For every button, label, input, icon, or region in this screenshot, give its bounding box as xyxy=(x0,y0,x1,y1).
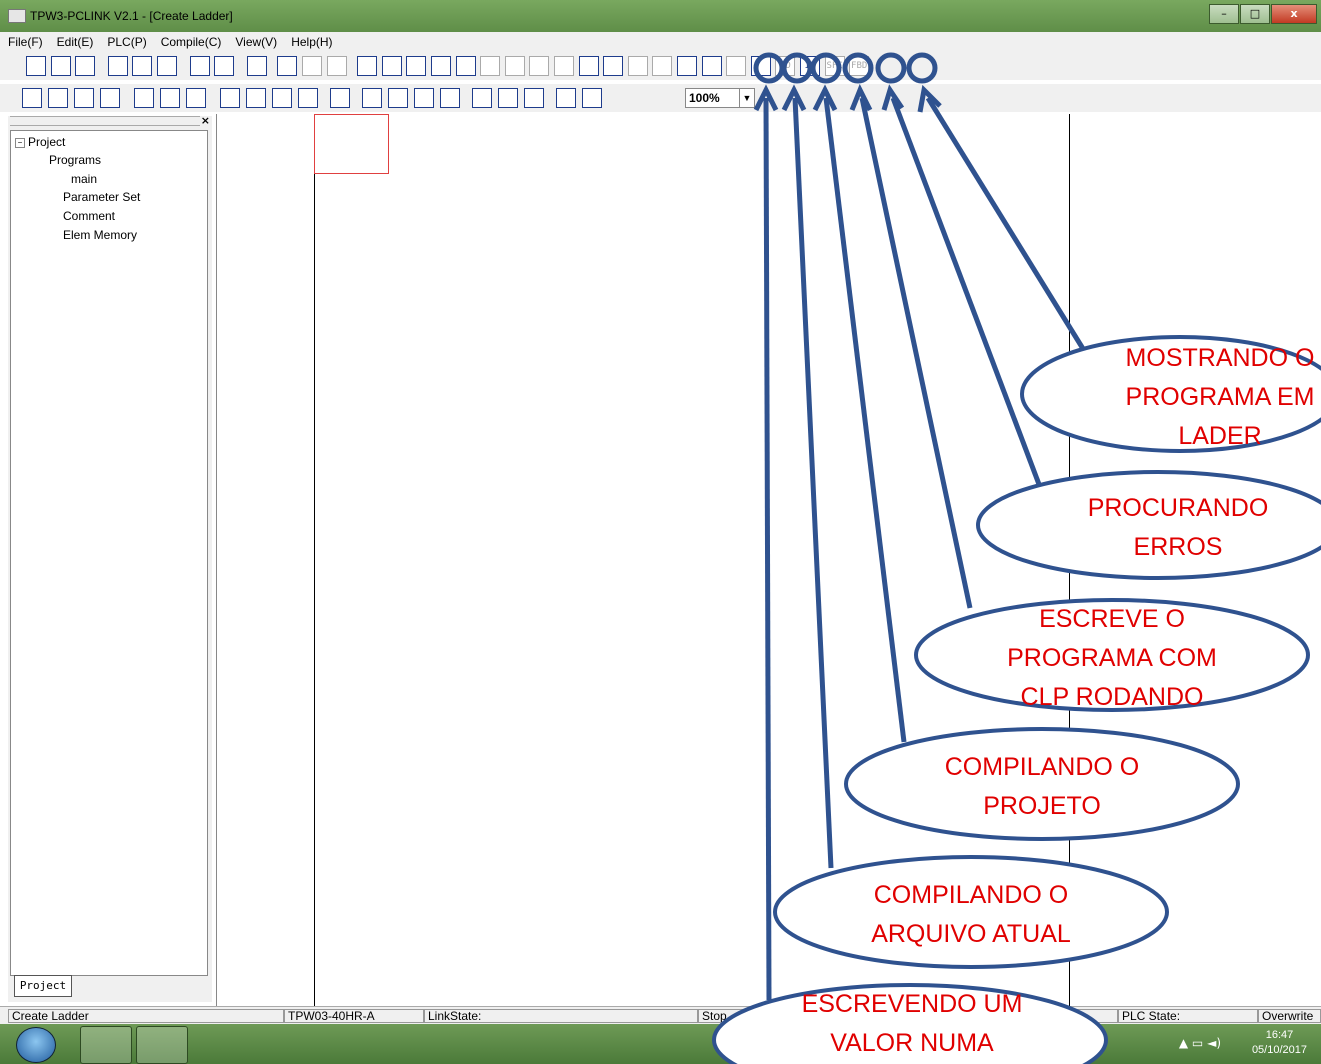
callout-project-line1: COMPILANDO O xyxy=(945,753,1139,781)
callout-errors-line1: PROCURANDO xyxy=(1088,494,1269,522)
arrow-line xyxy=(925,96,1088,354)
callout-ladder-line1: MOSTRANDO O xyxy=(1126,344,1315,372)
arrow-line xyxy=(792,97,834,869)
callout-project-bubble xyxy=(844,727,1240,841)
highlight-circle xyxy=(781,52,813,84)
arrow-line xyxy=(823,97,907,743)
callout-project-line2: PROJETO xyxy=(983,792,1101,820)
arrow-line xyxy=(763,97,772,1001)
callout-file-bubble xyxy=(773,855,1169,969)
callout-value-line2: VALOR NUMA xyxy=(830,1029,994,1057)
highlight-circle xyxy=(753,52,785,84)
callout-online-line1: ESCREVE O xyxy=(1039,605,1185,633)
callout-online-line2: PROGRAMA COM xyxy=(1007,644,1217,672)
highlight-circle xyxy=(906,52,938,84)
callout-file-line1: COMPILANDO O xyxy=(874,881,1068,909)
annotation-overlay: MOSTRANDO O PROGRAMA EM LADER PROCURANDO… xyxy=(712,52,1321,1064)
highlight-circle xyxy=(842,52,874,84)
callout-ladder-line2: PROGRAMA EM xyxy=(1126,383,1315,411)
callout-errors-bubble xyxy=(976,470,1321,580)
callout-ladder-line3: LADER xyxy=(1178,422,1261,450)
highlight-circle xyxy=(810,52,842,84)
callout-errors-line2: ERROS xyxy=(1134,533,1223,561)
callout-online-line3: CLP RODANDO xyxy=(1021,683,1204,711)
highlight-circle xyxy=(875,52,907,84)
callout-value-line1: ESCREVENDO UM xyxy=(802,990,1023,1018)
callout-file-line2: ARQUIVO ATUAL xyxy=(871,920,1071,948)
